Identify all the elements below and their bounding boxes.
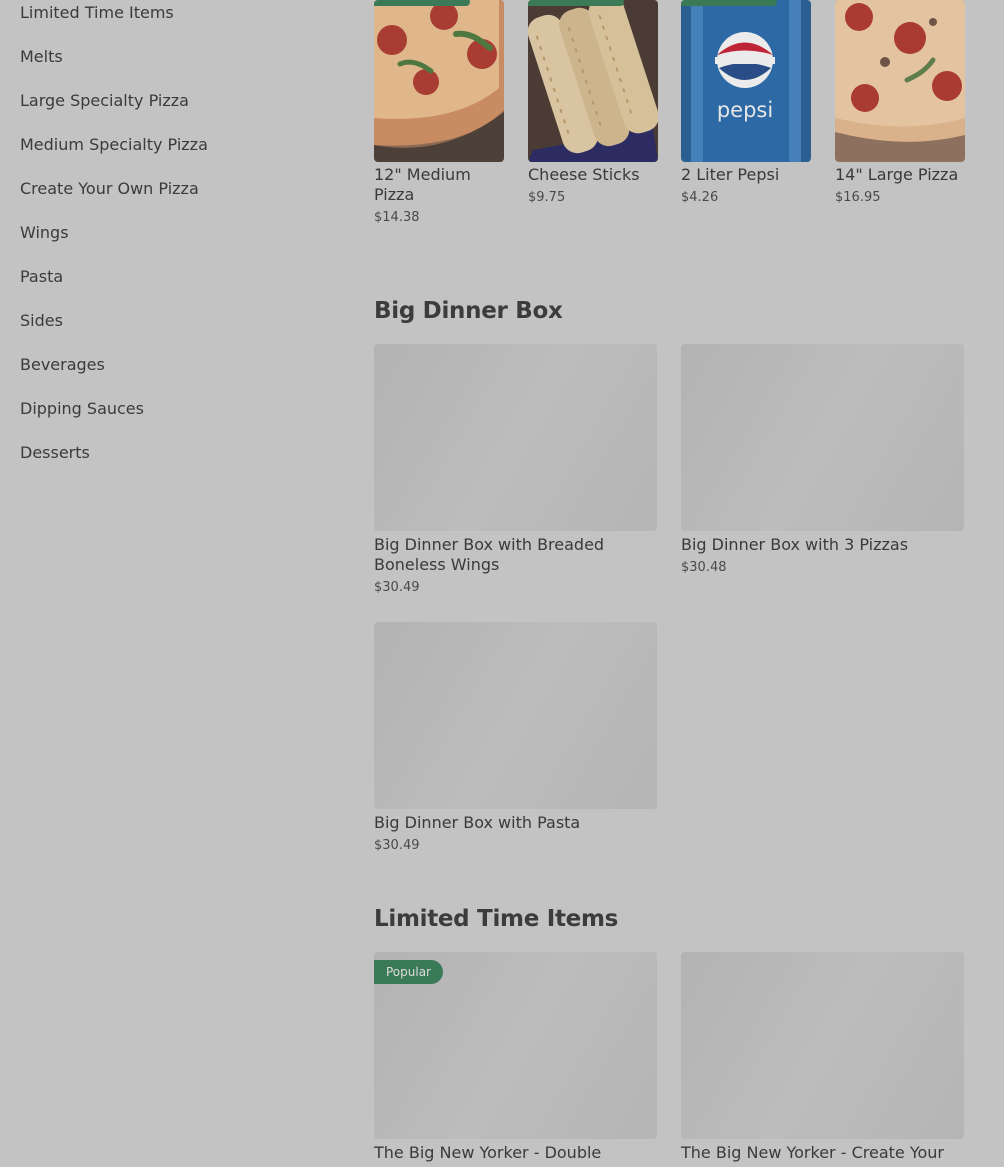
popular-badge-partial [681, 0, 777, 6]
sidebar-item-create-your-own-pizza[interactable]: Create Your Own Pizza [20, 179, 199, 199]
product-image-placeholder [374, 344, 657, 531]
product-title: 2 Liter Pepsi [681, 165, 780, 184]
product-title: Big Dinner Box with 3 Pizzas [681, 535, 909, 554]
product-price: $4.26 [681, 190, 719, 205]
product-price: $30.49 [374, 838, 420, 853]
product-card-14-large-pizza[interactable]: 14" Large Pizza $16.95 [835, 0, 965, 230]
product-title: Big Dinner Box with Pasta [374, 813, 581, 832]
section-title-limited-time-items: Limited Time Items [374, 906, 619, 932]
product-price: $14.38 [374, 210, 420, 225]
pepsi-bottle-photo-icon: pepsi [681, 0, 811, 162]
popular-badge-partial [528, 0, 624, 6]
product-price: $16.95 [835, 190, 881, 205]
sidebar-item-desserts[interactable]: Desserts [20, 443, 90, 463]
medium-pizza-image [374, 0, 504, 162]
sidebar-item-limited-time-items[interactable]: Limited Time Items [20, 3, 174, 23]
product-title: 14" Large Pizza [835, 165, 959, 184]
pizza-photo-icon [835, 0, 965, 162]
product-image-placeholder [374, 622, 657, 809]
product-card-12-medium-pizza[interactable]: 12" Medium Pizza $14.38 [374, 0, 504, 230]
sidebar-item-wings[interactable]: Wings [20, 223, 69, 243]
popular-badge-partial [374, 0, 470, 6]
product-card-cheese-sticks[interactable]: Cheese Sticks $9.75 [528, 0, 658, 230]
product-card-big-new-yorker-double[interactable]: Popular The Big New Yorker - Double [374, 952, 657, 1167]
product-card-big-dinner-box-breaded-boneless-wings[interactable]: Big Dinner Box with Breaded Boneless Win… [374, 344, 657, 602]
product-card-big-dinner-box-pasta[interactable]: Big Dinner Box with Pasta $30.49 [374, 622, 657, 860]
sidebar-item-melts[interactable]: Melts [20, 47, 63, 67]
product-card-big-dinner-box-3-pizzas[interactable]: Big Dinner Box with 3 Pizzas $30.48 [681, 344, 964, 602]
menu-content: 12" Medium Pizza $14.38 Cheese Sticks $9… [374, 0, 1004, 1167]
product-title: Cheese Sticks [528, 165, 640, 184]
product-image-placeholder [681, 952, 964, 1139]
sidebar-item-pasta[interactable]: Pasta [20, 267, 63, 287]
product-title: The Big New Yorker - Create Your [681, 1143, 944, 1162]
svg-text:pepsi: pepsi [717, 98, 773, 122]
cheese-sticks-photo-icon [528, 0, 658, 162]
sidebar-item-large-specialty-pizza[interactable]: Large Specialty Pizza [20, 91, 189, 111]
sidebar-item-dipping-sauces[interactable]: Dipping Sauces [20, 399, 144, 419]
product-title: Big Dinner Box with Breaded Boneless Win… [374, 535, 605, 574]
large-pizza-image [835, 0, 965, 162]
sidebar-item-sides[interactable]: Sides [20, 311, 63, 331]
product-title: 12" Medium Pizza [374, 165, 471, 204]
sidebar-item-beverages[interactable]: Beverages [20, 355, 105, 375]
popular-badge: Popular [374, 960, 443, 984]
product-card-big-new-yorker-create-your[interactable]: The Big New Yorker - Create Your [681, 952, 964, 1167]
pepsi-bottle-image: pepsi [681, 0, 811, 162]
product-price: $30.48 [681, 560, 727, 575]
sidebar-item-medium-specialty-pizza[interactable]: Medium Specialty Pizza [20, 135, 208, 155]
product-image-placeholder: Popular [374, 952, 657, 1139]
product-card-2-liter-pepsi[interactable]: pepsi 2 Liter Pepsi $4.26 [681, 0, 811, 230]
section-title-big-dinner-box: Big Dinner Box [374, 298, 563, 324]
product-title: The Big New Yorker - Double [374, 1143, 602, 1162]
pizza-photo-icon [374, 0, 504, 162]
product-price: $30.49 [374, 580, 420, 595]
product-price: $9.75 [528, 190, 566, 205]
product-image-placeholder [681, 344, 964, 531]
cheese-sticks-image [528, 0, 658, 162]
